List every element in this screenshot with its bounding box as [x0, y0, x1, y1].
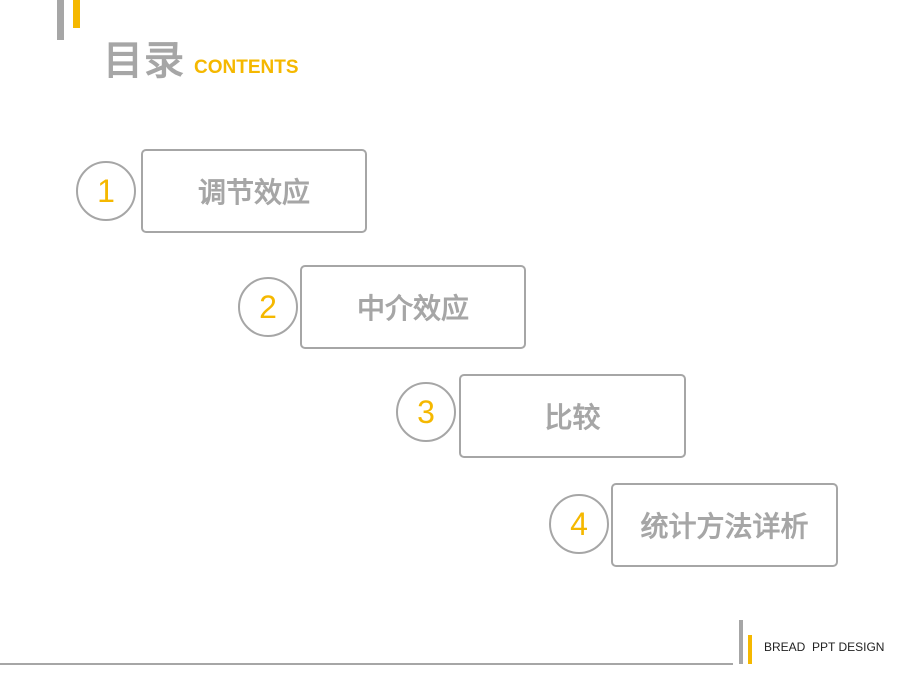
footer-brand: BREAD PPT DESIGN — [764, 640, 885, 654]
bottom-divider — [0, 663, 733, 665]
page-title: 目录 — [103, 38, 185, 84]
footer-gray-accent-bar — [739, 620, 743, 664]
footer-yellow-accent-bar — [748, 635, 752, 664]
item-number-circle: 4 — [549, 494, 609, 554]
page-subtitle: CONTENTS — [194, 57, 299, 78]
item-label-box: 比较 — [459, 374, 686, 458]
item-number-circle: 3 — [396, 382, 456, 442]
item-number-circle: 2 — [238, 277, 298, 337]
top-gray-accent-bar — [57, 0, 64, 40]
item-label-box: 中介效应 — [300, 265, 526, 349]
item-label-box: 调节效应 — [141, 149, 367, 233]
item-number-circle: 1 — [76, 161, 136, 221]
item-label-box: 统计方法详析 — [611, 483, 838, 567]
top-yellow-accent-bar — [73, 0, 80, 28]
